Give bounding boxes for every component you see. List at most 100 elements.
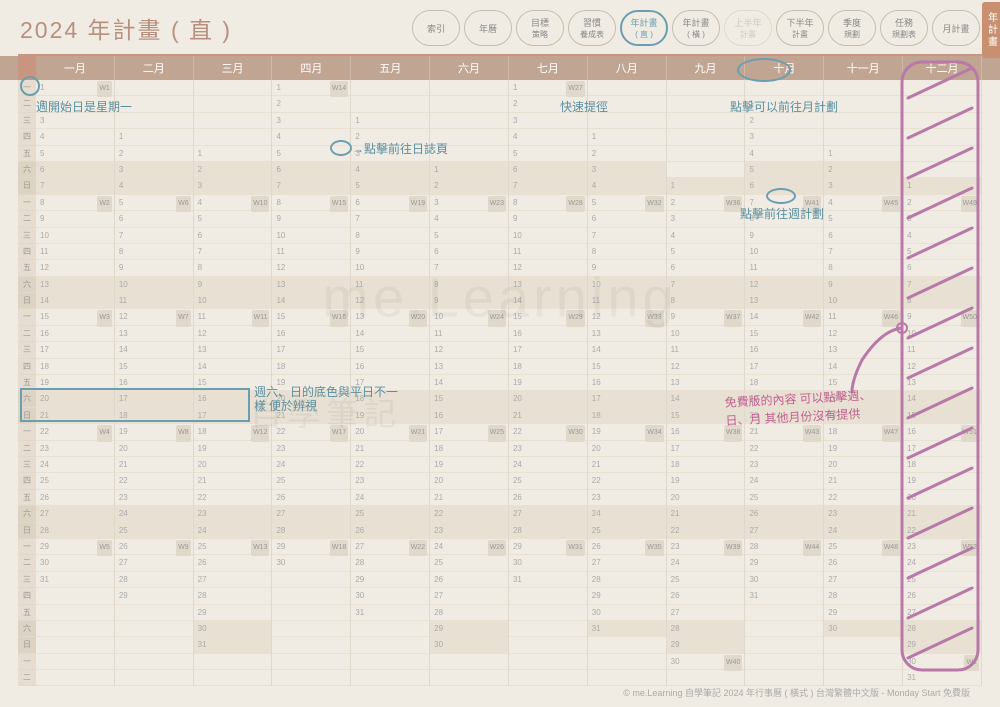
day-cell[interactable]: 31 [351,605,429,621]
day-cell[interactable]: 22 [194,490,272,506]
day-cell[interactable]: 1W14 [272,80,350,96]
week-label[interactable]: W27 [566,81,584,97]
day-cell[interactable]: 18 [903,457,981,473]
day-cell[interactable]: 23 [430,523,508,539]
day-cell[interactable]: 17 [824,408,902,424]
day-cell[interactable]: 17 [667,441,745,457]
day-cell[interactable]: 20 [745,408,823,424]
week-label[interactable]: W24 [488,310,506,326]
day-cell[interactable]: 18 [115,408,193,424]
day-cell[interactable]: 20 [272,391,350,407]
day-cell[interactable]: 10 [588,277,666,293]
day-cell[interactable]: 6W19 [351,195,429,211]
day-cell[interactable]: 25W13 [194,539,272,555]
day-cell[interactable]: 24 [351,490,429,506]
day-cell[interactable]: 18 [272,359,350,375]
day-cell[interactable]: 24 [667,555,745,571]
month-header-10[interactable]: 十月 [745,56,824,80]
day-cell[interactable]: 9 [745,228,823,244]
day-cell[interactable]: 15W16 [272,309,350,325]
day-cell[interactable]: 28 [903,621,981,637]
day-cell[interactable]: 16 [36,326,114,342]
day-cell[interactable]: 23 [115,490,193,506]
day-cell[interactable]: 21 [115,457,193,473]
day-cell[interactable]: 19W8 [115,424,193,440]
day-cell[interactable]: 16 [272,326,350,342]
day-cell[interactable]: 23W39 [667,539,745,555]
day-cell[interactable]: 19 [36,375,114,391]
day-cell[interactable]: 22W17 [272,424,350,440]
day-cell[interactable]: 4 [903,228,981,244]
day-cell[interactable]: 24 [903,555,981,571]
day-cell[interactable]: 8 [430,277,508,293]
day-cell[interactable]: 18 [509,359,587,375]
day-cell[interactable]: 9 [588,260,666,276]
day-cell[interactable]: 26 [351,523,429,539]
day-cell[interactable]: 13 [588,326,666,342]
day-cell[interactable]: 14W42 [745,309,823,325]
day-cell[interactable]: 20 [667,490,745,506]
day-cell[interactable]: 19 [430,457,508,473]
day-cell[interactable]: 10 [824,293,902,309]
day-cell[interactable]: 27 [194,572,272,588]
week-label[interactable]: W23 [488,196,506,212]
day-cell[interactable]: 22 [903,523,981,539]
week-label[interactable]: W1 [97,81,112,97]
day-cell[interactable]: 6 [430,244,508,260]
day-cell[interactable]: 2 [115,146,193,162]
day-cell[interactable]: 6 [824,228,902,244]
day-cell[interactable]: 19W34 [588,424,666,440]
day-cell[interactable]: 4 [509,129,587,145]
day-cell[interactable]: 3 [588,162,666,178]
day-cell[interactable]: 24 [745,473,823,489]
week-label[interactable]: W15 [330,196,348,212]
day-cell[interactable]: 7 [824,244,902,260]
day-cell[interactable]: 25 [272,473,350,489]
day-cell[interactable]: 8 [115,244,193,260]
day-cell[interactable]: 15 [745,326,823,342]
week-label[interactable]: W46 [882,310,900,326]
day-cell[interactable]: 20 [194,457,272,473]
day-cell[interactable]: 24 [824,523,902,539]
day-cell[interactable]: 31 [194,637,272,653]
day-cell[interactable]: 10 [509,228,587,244]
day-cell[interactable]: 14 [115,342,193,358]
day-cell[interactable]: 6 [903,260,981,276]
week-label[interactable]: W1 [964,655,979,671]
day-cell[interactable]: 3 [509,113,587,129]
day-cell[interactable]: 5 [509,146,587,162]
day-cell[interactable]: 18 [745,375,823,391]
week-label[interactable]: W38 [724,425,742,441]
day-cell[interactable]: 25 [745,490,823,506]
day-cell[interactable]: 18 [36,359,114,375]
day-cell[interactable]: 13 [272,277,350,293]
day-cell[interactable]: 24W26 [430,539,508,555]
day-cell[interactable]: 14 [430,375,508,391]
day-cell[interactable]: 22 [430,506,508,522]
week-label[interactable]: W3 [97,310,112,326]
day-cell[interactable]: 21 [430,490,508,506]
day-cell[interactable]: 1 [745,96,823,112]
week-label[interactable]: W36 [724,196,742,212]
week-label[interactable]: W2 [97,196,112,212]
day-cell[interactable]: 3 [903,211,981,227]
week-label[interactable]: W4 [97,425,112,441]
week-label[interactable]: W32 [645,196,663,212]
day-cell[interactable]: 14 [351,326,429,342]
day-cell[interactable]: 3 [667,211,745,227]
month-header-1[interactable]: 一月 [36,56,115,80]
day-cell[interactable]: 26 [272,490,350,506]
day-cell[interactable]: 23W52 [903,539,981,555]
day-cell[interactable]: 13 [745,293,823,309]
day-cell[interactable]: 8 [588,244,666,260]
day-cell[interactable]: 7 [36,178,114,194]
day-cell[interactable]: 30 [351,588,429,604]
week-label[interactable]: W40 [724,655,742,671]
day-cell[interactable]: 24 [194,523,272,539]
day-cell[interactable]: 10 [745,244,823,260]
day-cell[interactable]: 16W51 [903,424,981,440]
week-label[interactable]: W12 [251,425,269,441]
day-cell[interactable]: 22 [115,473,193,489]
nav-tab-3[interactable]: 習慣養成表 [568,10,616,46]
day-cell[interactable]: 28 [351,555,429,571]
